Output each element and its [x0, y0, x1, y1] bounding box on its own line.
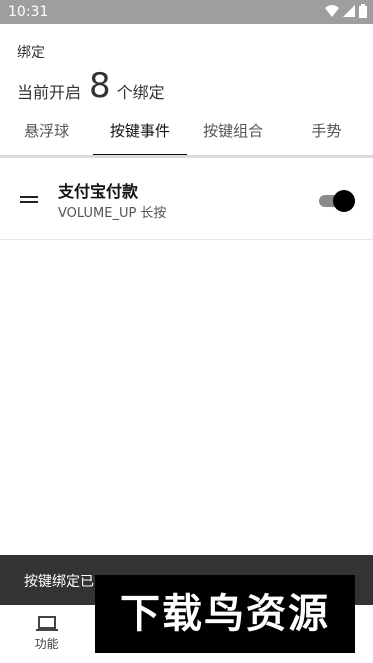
- binding-toggle[interactable]: [319, 190, 355, 212]
- page-title: 绑定: [17, 45, 45, 61]
- tab-key-combos[interactable]: 按键组合: [187, 108, 280, 156]
- tab-floating-ball[interactable]: 悬浮球: [0, 108, 93, 156]
- count-prefix: 当前开启: [17, 83, 82, 102]
- nav-label: 功能: [34, 637, 59, 651]
- binding-subtitle: VOLUME_UP 长按: [58, 206, 167, 221]
- count-suffix: 个绑定: [116, 83, 165, 102]
- binding-title: 支付宝付款: [58, 182, 139, 201]
- battery-icon: [359, 4, 367, 18]
- status-time: 10:31: [8, 4, 49, 20]
- tab-gestures[interactable]: 手势: [280, 108, 373, 156]
- binding-list-item[interactable]: 支付宝付款 VOLUME_UP 长按: [0, 160, 373, 240]
- snackbar-message: 按键绑定已: [24, 574, 94, 590]
- nav-item-functions[interactable]: 功能: [0, 605, 93, 663]
- binding-count: 8: [89, 66, 111, 106]
- watermark: 下载鸟资源: [95, 575, 355, 653]
- tab-key-events[interactable]: 按键事件: [93, 108, 187, 156]
- wifi-icon: [325, 5, 339, 17]
- status-icons: [325, 4, 367, 18]
- laptop-icon: [35, 616, 58, 631]
- signal-icon: [343, 5, 355, 17]
- status-bar: 10:31: [0, 0, 373, 24]
- toggle-thumb: [333, 190, 355, 212]
- tab-divider: [0, 155, 373, 158]
- binding-count-line: 当前开启 8 个绑定: [17, 68, 165, 104]
- drag-handle-icon[interactable]: [20, 196, 38, 204]
- tab-bar: 悬浮球 按键事件 按键组合 手势: [0, 108, 373, 156]
